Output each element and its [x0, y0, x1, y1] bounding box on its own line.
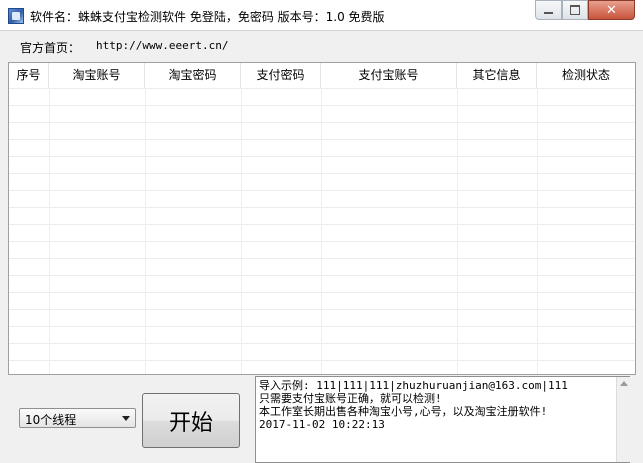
thread-count-select[interactable]: 10个线程	[19, 408, 136, 428]
log-line: 2017-11-02 10:22:13	[259, 418, 385, 431]
column-header-taobao-account[interactable]: 淘宝账号	[49, 63, 145, 88]
start-button[interactable]: 开始	[142, 393, 240, 448]
chevron-down-icon	[122, 416, 130, 421]
column-header-other-info[interactable]: 其它信息	[457, 63, 537, 88]
column-divider	[321, 88, 322, 374]
column-divider	[145, 88, 146, 374]
account-list[interactable]: 序号 淘宝账号 淘宝密码 支付密码 支付宝账号 其它信息 检测状态	[8, 62, 636, 375]
column-header-check-status[interactable]: 检测状态	[537, 63, 635, 88]
log-line: 本工作室长期出售各种淘宝小号,心号，以及淘宝注册软件!	[259, 405, 548, 418]
maximize-icon	[570, 5, 580, 15]
start-button-label: 开始	[168, 410, 213, 436]
title-bar: 软件名：蛛蛛支付宝检测软件 免登陆，免密码 版本号：1.0 免费版 ✕	[0, 0, 643, 30]
column-header-taobao-password[interactable]: 淘宝密码	[145, 63, 241, 88]
column-divider	[241, 88, 242, 374]
window-title: 软件名：蛛蛛支付宝检测软件 免登陆，免密码 版本号：1.0 免费版	[30, 10, 385, 24]
thread-count-value: 10个线程	[25, 413, 77, 427]
column-header-alipay-account[interactable]: 支付宝账号	[321, 63, 457, 88]
column-divider	[49, 88, 50, 374]
column-divider	[457, 88, 458, 374]
close-button[interactable]: ✕	[588, 0, 635, 20]
homepage-label: 官方首页：	[20, 41, 81, 55]
homepage-row: 官方首页： http://www.eeert.cn/	[20, 39, 228, 56]
list-body[interactable]	[9, 88, 635, 374]
column-divider	[537, 88, 538, 374]
log-output[interactable]: 导入示例: 111|111|111|zhuzhuruanjian@163.com…	[255, 376, 630, 463]
minimize-button[interactable]	[535, 0, 562, 20]
column-header-index[interactable]: 序号	[9, 63, 49, 88]
log-scrollbar[interactable]	[616, 377, 630, 462]
column-header-pay-password[interactable]: 支付密码	[241, 63, 321, 88]
log-line: 只需要支付宝账号正确，就可以检测!	[259, 392, 442, 405]
log-line: 导入示例: 111|111|111|zhuzhuruanjian@163.com…	[259, 379, 568, 392]
list-header: 序号 淘宝账号 淘宝密码 支付密码 支付宝账号 其它信息 检测状态	[9, 63, 635, 89]
minimize-icon	[544, 12, 553, 14]
close-icon: ✕	[606, 2, 617, 18]
app-icon	[8, 8, 24, 24]
homepage-url[interactable]: http://www.eeert.cn/	[96, 39, 228, 52]
scroll-up-icon[interactable]	[620, 381, 628, 386]
maximize-button[interactable]	[562, 0, 588, 20]
